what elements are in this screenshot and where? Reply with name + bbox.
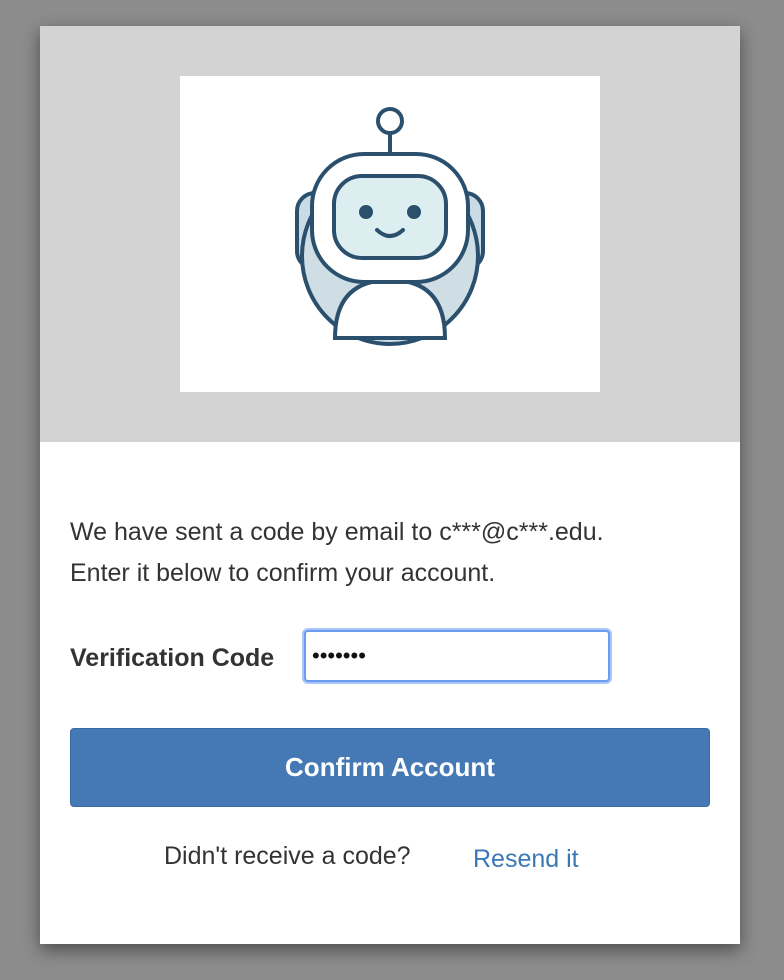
verification-code-label: Verification Code xyxy=(70,644,275,672)
confirm-account-card: We have sent a code by email to c***@c**… xyxy=(40,26,740,944)
resend-row: Didn't receive a code? Resend it xyxy=(40,842,740,882)
logo-banner xyxy=(40,26,740,442)
message-line-2: Enter it below to confirm your account. xyxy=(70,559,496,587)
verification-code-input[interactable] xyxy=(304,630,610,682)
confirm-account-button[interactable]: Confirm Account xyxy=(70,728,710,807)
resend-question: Didn't receive a code? xyxy=(164,842,411,870)
logo xyxy=(180,76,600,392)
instruction-message: We have sent a code by email to c***@c**… xyxy=(70,512,710,594)
message-line-1: We have sent a code by email to c***@c**… xyxy=(70,518,604,546)
resend-link[interactable]: Resend it xyxy=(473,845,579,874)
robot-icon xyxy=(295,107,485,346)
